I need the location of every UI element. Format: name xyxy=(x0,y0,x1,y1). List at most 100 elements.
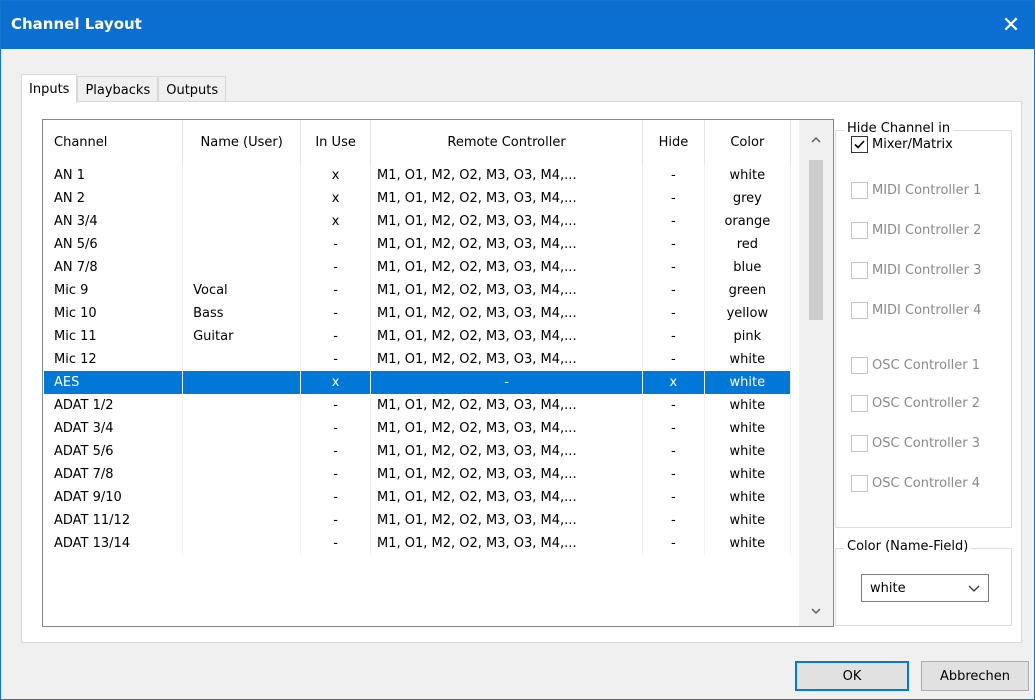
column-header-hide[interactable]: Hide xyxy=(642,120,705,164)
cell-in-use: - xyxy=(300,509,371,532)
checkbox-box[interactable] xyxy=(851,221,868,239)
table-row[interactable]: Mic 11 Guitar - M1, O1, M2, O2, M3, O3, M4,… xyxy=(44,325,792,348)
cell-color: green xyxy=(704,279,792,302)
checkbox-box[interactable] xyxy=(851,356,868,374)
tab-playbacks[interactable]: Playbacks xyxy=(77,76,159,103)
cell-name xyxy=(182,187,302,210)
hide-checkbox-midi-controller-4[interactable]: MIDI Controller 4 xyxy=(851,300,981,320)
checkbox-box[interactable] xyxy=(851,434,868,452)
scrollbar-thumb[interactable] xyxy=(809,160,823,320)
cell-color: white xyxy=(704,164,792,187)
table-row[interactable]: AES x - x white xyxy=(44,371,792,394)
table-row[interactable]: ADAT 3/4 - M1, O1, M2, O2, M3, O3, M4,... -… xyxy=(44,417,792,440)
cell-remote-controller: M1, O1, M2, O2, M3, O3, M4,... xyxy=(370,325,644,348)
hide-checkbox-osc-controller-1[interactable]: OSC Controller 1 xyxy=(851,355,980,375)
ok-button[interactable]: OK xyxy=(795,661,909,691)
cell-channel: Mic 10 xyxy=(44,302,184,325)
scroll-up-icon[interactable] xyxy=(799,124,833,154)
table-row[interactable]: AN 1 x M1, O1, M2, O2, M3, O3, M4,... - whit… xyxy=(44,164,792,187)
tab-inputs[interactable]: Inputs xyxy=(21,74,78,103)
cell-in-use: x xyxy=(300,164,371,187)
table-row[interactable]: Mic 10 Bass - M1, O1, M2, O2, M3, O3, M4,..… xyxy=(44,302,792,325)
checkbox-label: MIDI Controller 3 xyxy=(872,262,982,278)
cell-name xyxy=(182,394,302,417)
close-icon[interactable]: ✕ xyxy=(988,1,1034,49)
cell-in-use: - xyxy=(300,256,371,279)
table-row[interactable]: AN 3/4 x M1, O1, M2, O2, M3, O3, M4,... - or… xyxy=(44,210,792,233)
cell-channel: ADAT 9/10 xyxy=(44,486,184,509)
table-row[interactable]: ADAT 9/10 - M1, O1, M2, O2, M3, O3, M4,...… xyxy=(44,486,792,509)
color-name-field-group: Color (Name-Field) white xyxy=(835,539,1012,626)
column-header-channel[interactable]: Channel xyxy=(44,120,184,164)
cell-color: orange xyxy=(704,210,792,233)
checkbox-label: OSC Controller 1 xyxy=(872,357,981,373)
column-header-remote-controller[interactable]: Remote Controller xyxy=(370,120,644,164)
table-row[interactable]: ADAT 7/8 - M1, O1, M2, O2, M3, O3, M4,... -… xyxy=(44,463,792,486)
scroll-down-icon[interactable] xyxy=(799,596,833,626)
table-row[interactable]: ADAT 1/2 - M1, O1, M2, O2, M3, O3, M4,... -… xyxy=(44,394,792,417)
table-row[interactable]: AN 7/8- M1, O1, M2, O2, M3, O3, M4,... - bl… xyxy=(44,256,792,279)
table-row[interactable]: ADAT 11/12 - M1, O1, M2, O2, M3, O3, M4,..… xyxy=(44,509,792,532)
cell-in-use: - xyxy=(300,486,371,509)
cell-name xyxy=(182,532,302,555)
cell-color: white xyxy=(704,509,792,532)
title-bar: Channel Layout ✕ xyxy=(1,1,1034,49)
hide-checkbox-midi-controller-2[interactable]: MIDI Controller 2 xyxy=(851,220,981,240)
cell-channel: Mic 12 xyxy=(44,348,184,371)
column-header-name[interactable]: Name (User) xyxy=(182,120,302,164)
cell-channel: AES xyxy=(44,371,184,394)
cell-remote-controller: M1, O1, M2, O2, M3, O3, M4,... xyxy=(370,348,644,371)
checkbox-label: OSC Controller 4 xyxy=(872,475,981,491)
checkbox-box[interactable] xyxy=(851,394,868,412)
hide-checkbox-mixer-matrix[interactable]: Mixer/Matrix xyxy=(851,134,953,154)
hide-checkbox-midi-controller-3[interactable]: MIDI Controller 3 xyxy=(851,260,981,280)
cell-name xyxy=(182,233,302,256)
cell-hide: - xyxy=(642,417,705,440)
window-title: Channel Layout xyxy=(11,15,142,33)
checkbox-box[interactable] xyxy=(851,181,868,199)
cell-name xyxy=(182,440,302,463)
hide-checkbox-midi-controller-1[interactable]: MIDI Controller 1 xyxy=(851,180,981,200)
color-select[interactable]: white xyxy=(861,574,989,602)
checkbox-label: MIDI Controller 2 xyxy=(872,222,982,238)
tab-outputs[interactable]: Outputs xyxy=(158,76,227,103)
cell-remote-controller: M1, O1, M2, O2, M3, O3, M4,... xyxy=(370,440,644,463)
vertical-scrollbar[interactable] xyxy=(799,120,833,626)
cell-color: pink xyxy=(704,325,792,348)
checkbox-box[interactable] xyxy=(851,301,868,319)
cell-hide: - xyxy=(642,486,705,509)
cell-remote-controller: M1, O1, M2, O2, M3, O3, M4,... xyxy=(370,463,644,486)
cell-hide: - xyxy=(642,463,705,486)
hide-checkbox-osc-controller-4[interactable]: OSC Controller 4 xyxy=(851,473,980,493)
cell-color: white xyxy=(704,371,792,394)
cancel-button[interactable]: Abbrechen xyxy=(921,661,1029,691)
checkmark-icon[interactable] xyxy=(851,135,868,153)
cell-hide: - xyxy=(642,394,705,417)
table-row[interactable]: ADAT 5/6 - M1, O1, M2, O2, M3, O3, M4,... -… xyxy=(44,440,792,463)
color-group-legend: Color (Name-Field) xyxy=(844,539,972,554)
cell-channel: Mic 11 xyxy=(44,325,184,348)
column-header-color[interactable]: Color xyxy=(704,120,792,164)
checkbox-box[interactable] xyxy=(851,474,868,492)
table-row[interactable]: Mic 9 Vocal - M1, O1, M2, O2, M3, O3, M4,..… xyxy=(44,279,792,302)
checkbox-label: MIDI Controller 4 xyxy=(872,302,982,318)
table-row[interactable]: ADAT 13/14 - M1, O1, M2, O2, M3, O3, M4,..… xyxy=(44,532,792,555)
cell-in-use: - xyxy=(300,279,371,302)
column-header-in-use[interactable]: In Use xyxy=(300,120,371,164)
table-row[interactable]: AN 5/6- M1, O1, M2, O2, M3, O3, M4,... - re… xyxy=(44,233,792,256)
inputs-tab-panel: Channel Name (User) In Use Remote Contro… xyxy=(21,101,1022,643)
cell-name xyxy=(182,486,302,509)
cell-name xyxy=(182,417,302,440)
table-row[interactable]: Mic 12- M1, O1, M2, O2, M3, O3, M4,... - wh… xyxy=(44,348,792,371)
cell-color: grey xyxy=(704,187,792,210)
cell-in-use: - xyxy=(300,417,371,440)
channel-list[interactable]: Channel Name (User) In Use Remote Contro… xyxy=(42,119,834,627)
cell-hide: - xyxy=(642,440,705,463)
checkbox-box[interactable] xyxy=(851,261,868,279)
table-row[interactable]: AN 2 x M1, O1, M2, O2, M3, O3, M4,... - grey xyxy=(44,187,792,210)
cell-hide: - xyxy=(642,532,705,555)
hide-checkbox-osc-controller-3[interactable]: OSC Controller 3 xyxy=(851,433,980,453)
tab-strip: Inputs Playbacks Outputs xyxy=(21,74,227,103)
table-header-row: Channel Name (User) In Use Remote Contro… xyxy=(44,120,792,164)
hide-checkbox-osc-controller-2[interactable]: OSC Controller 2 xyxy=(851,393,980,413)
